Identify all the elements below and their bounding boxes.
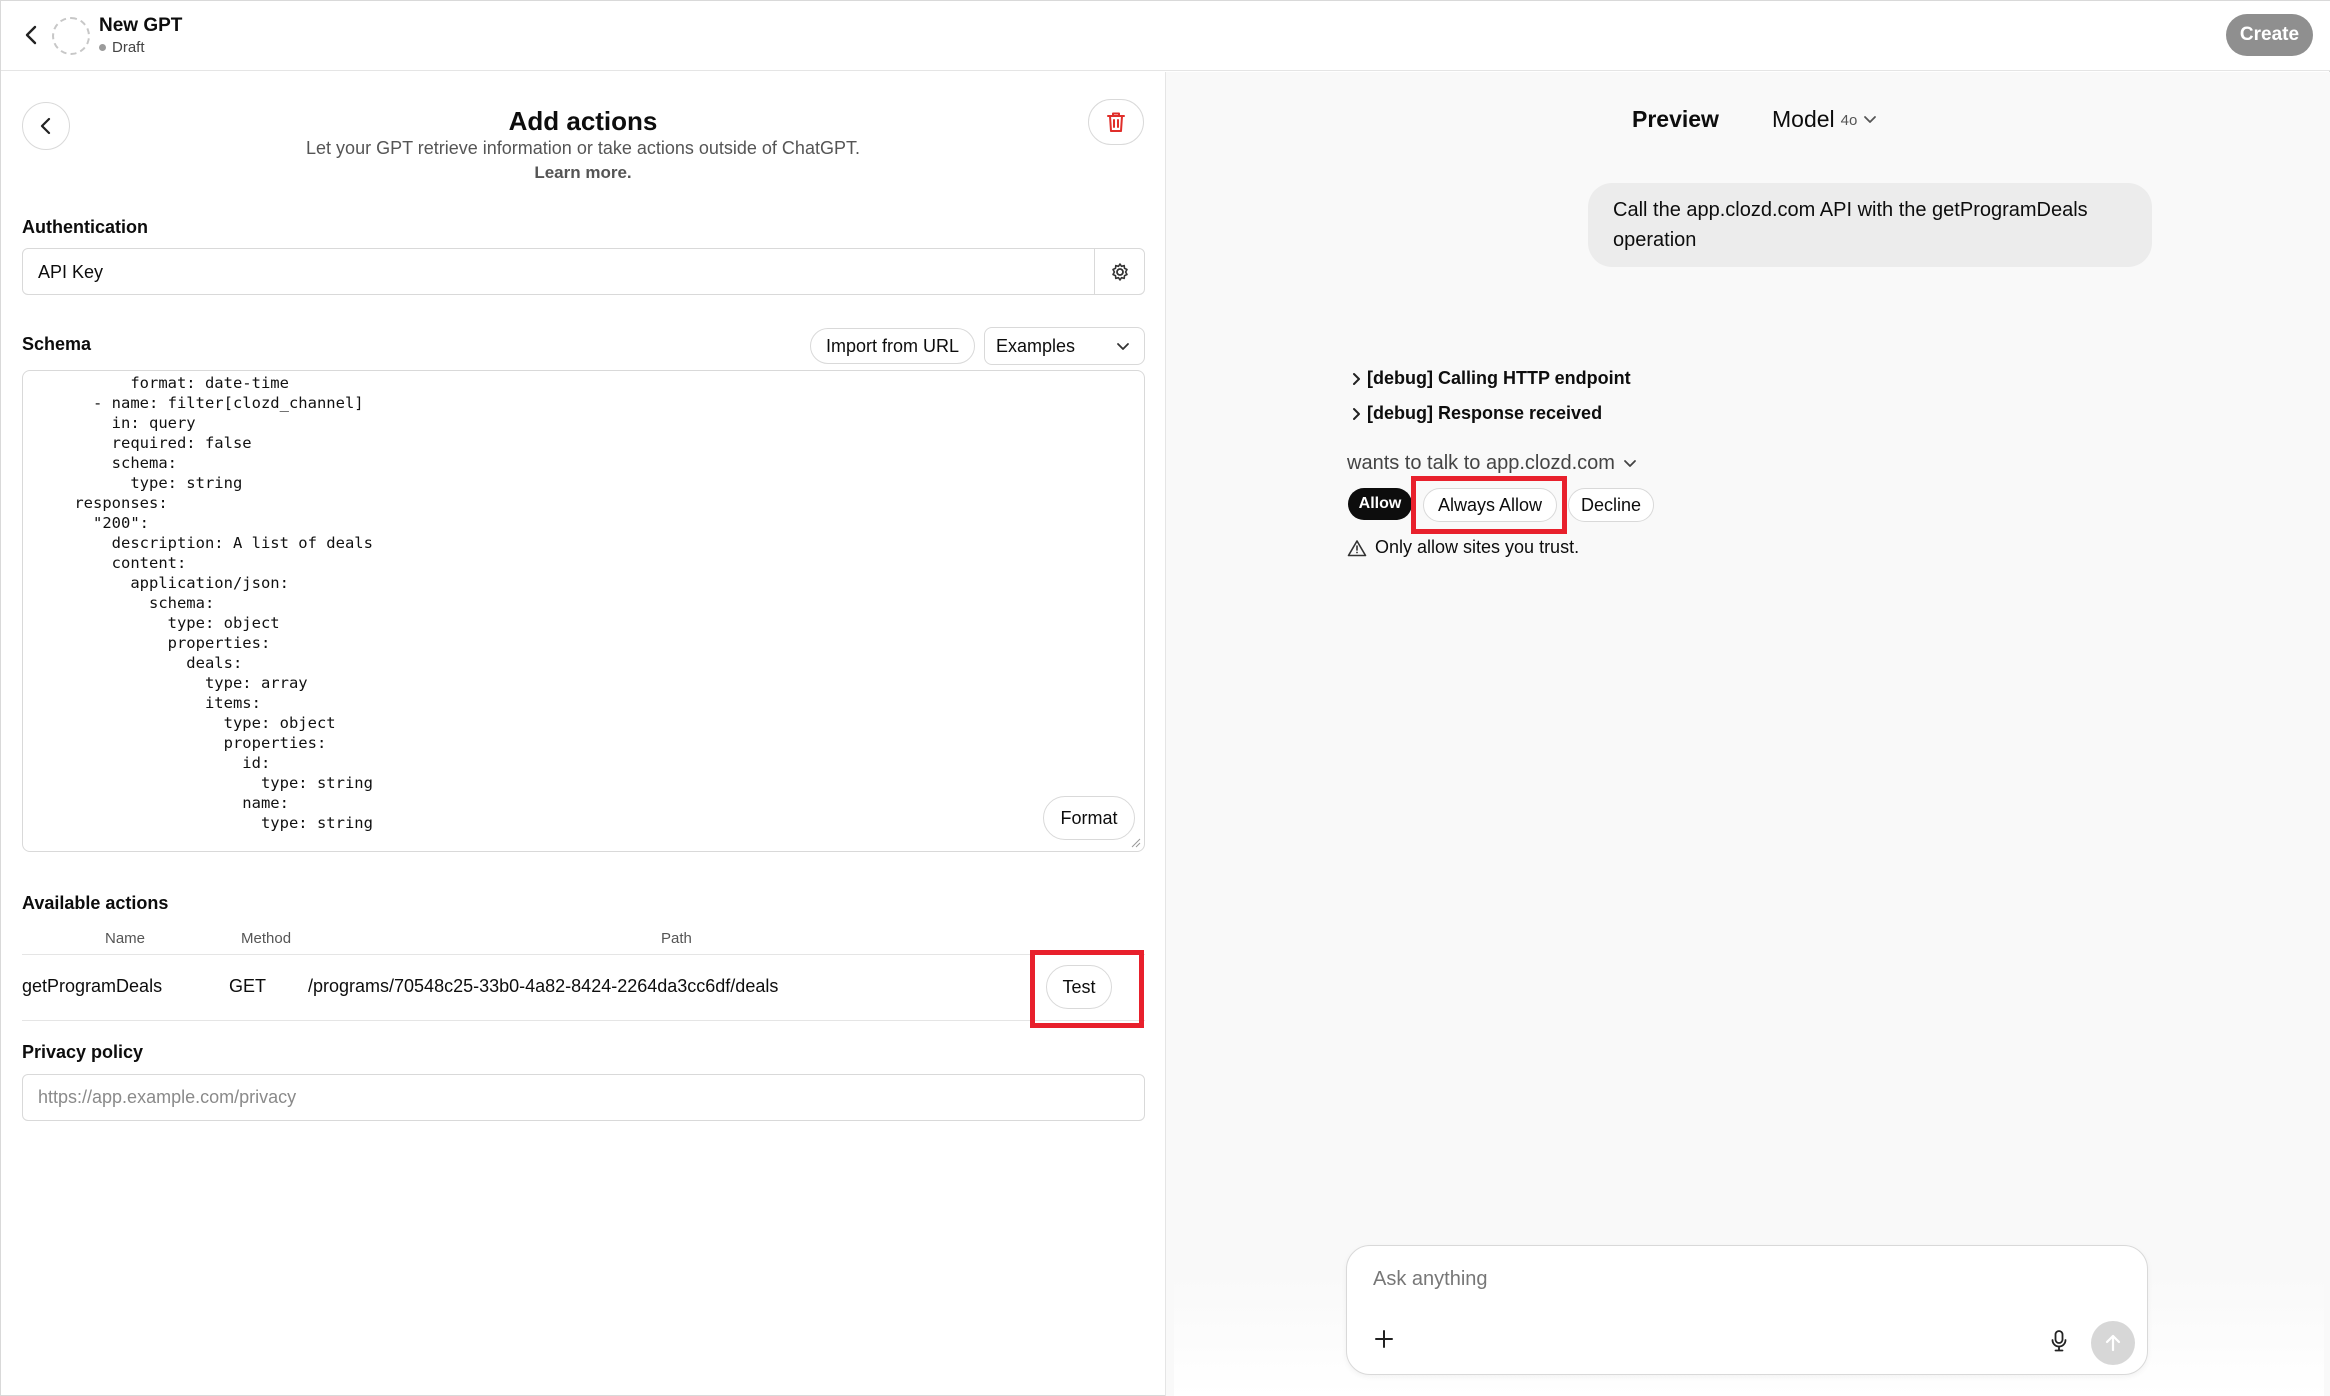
preview-title: Preview [1632, 106, 1719, 132]
resize-handle-icon[interactable] [1131, 838, 1141, 848]
chevron-down-icon [1624, 459, 1636, 467]
column-header-name: Name [105, 930, 146, 947]
chevron-down-icon [1117, 343, 1129, 350]
learn-more-text[interactable]: Learn more. [534, 163, 631, 182]
authentication-field[interactable]: API Key [22, 248, 1145, 295]
model-version: 4o [1840, 112, 1858, 129]
format-button[interactable]: Format [1043, 796, 1135, 840]
highlight-test-box [1030, 950, 1144, 1028]
app-window: New GPT Draft Create Add actions Let you… [0, 0, 2330, 1396]
status-label: Draft [112, 39, 145, 56]
column-header-path: Path [661, 930, 692, 947]
privacy-policy-input[interactable] [38, 1087, 1128, 1108]
gpt-status: Draft [99, 39, 145, 56]
authentication-value: API Key [38, 262, 104, 282]
table-divider [22, 954, 1145, 955]
action-path: /programs/70548c25-33b0-4a82-8424-2264da… [308, 976, 779, 996]
available-actions-label: Available actions [22, 893, 169, 913]
page-subtitle: Let your GPT retrieve information or tak… [306, 138, 860, 158]
authentication-label: Authentication [22, 217, 148, 237]
chevron-left-icon [25, 25, 37, 45]
column-header-method: Method [241, 930, 292, 947]
decline-button[interactable]: Decline [1568, 488, 1654, 522]
trust-warning: Only allow sites you trust. [1347, 537, 1579, 558]
preview-pane: Preview Model 4o Call the app.clozd.com … [1166, 72, 2330, 1396]
gpt-avatar[interactable] [52, 17, 90, 55]
delete-button[interactable] [1088, 99, 1144, 145]
top-bar: New GPT Draft Create [1, 1, 2330, 71]
composer [1346, 1245, 2148, 1375]
voice-button[interactable] [2044, 1326, 2074, 1356]
status-dot-icon [99, 44, 106, 51]
authentication-settings-button[interactable] [1094, 249, 1144, 294]
table-divider [22, 1020, 1145, 1021]
action-method: GET [229, 976, 267, 996]
schema-editor[interactable]: format: date-time - name: filter[clozd_c… [22, 370, 1145, 852]
highlight-always-allow-box [1411, 476, 1567, 534]
privacy-policy-field[interactable] [22, 1074, 1145, 1121]
attach-button[interactable] [1369, 1324, 1399, 1354]
create-button[interactable]: Create [2226, 14, 2313, 56]
microphone-icon [2051, 1330, 2067, 1352]
send-button[interactable] [2091, 1321, 2135, 1365]
plus-icon [1375, 1330, 1393, 1348]
model-label: Model [1772, 106, 1835, 132]
privacy-policy-label: Privacy policy [22, 1042, 144, 1062]
gpt-title: New GPT [99, 15, 183, 36]
allow-button[interactable]: Allow [1348, 488, 1412, 520]
chevron-right-icon [1353, 407, 1360, 420]
arrow-up-icon [2105, 1334, 2121, 1352]
wants-text: wants to talk to app.clozd.com [1347, 452, 1615, 474]
model-selector[interactable]: Model 4o [1772, 106, 1877, 133]
chevron-down-icon [1864, 115, 1877, 123]
debug-calling-text: [debug] Calling HTTP endpoint [1367, 368, 1631, 388]
schema-code: format: date-time - name: filter[clozd_c… [74, 374, 373, 832]
debug-calling-row[interactable]: [debug] Calling HTTP endpoint [1352, 368, 1631, 389]
chevron-right-icon [1353, 372, 1360, 385]
trust-warning-text: Only allow sites you trust. [1375, 537, 1580, 557]
back-button[interactable] [17, 21, 45, 49]
action-name: getProgramDeals [22, 976, 163, 996]
gear-icon [1111, 262, 1128, 281]
debug-response-text: [debug] Response received [1367, 403, 1603, 423]
debug-response-row[interactable]: [debug] Response received [1352, 403, 1602, 424]
import-from-url-button[interactable]: Import from URL [810, 328, 975, 364]
message-input[interactable] [1373, 1268, 2113, 1291]
trash-icon [1107, 112, 1125, 132]
warning-icon [1347, 539, 1367, 556]
domain-request[interactable]: wants to talk to app.clozd.com [1347, 452, 1637, 475]
page-title: Add actions [508, 106, 658, 136]
examples-select-label: Examples [996, 335, 1076, 356]
learn-more-link: Learn more. [1, 163, 1165, 183]
actions-editor: Add actions Let your GPT retrieve inform… [1, 72, 1165, 1396]
examples-select[interactable]: Examples [984, 327, 1145, 365]
schema-label: Schema [22, 334, 92, 354]
user-message: Call the app.clozd.com API with the getP… [1588, 183, 2152, 267]
